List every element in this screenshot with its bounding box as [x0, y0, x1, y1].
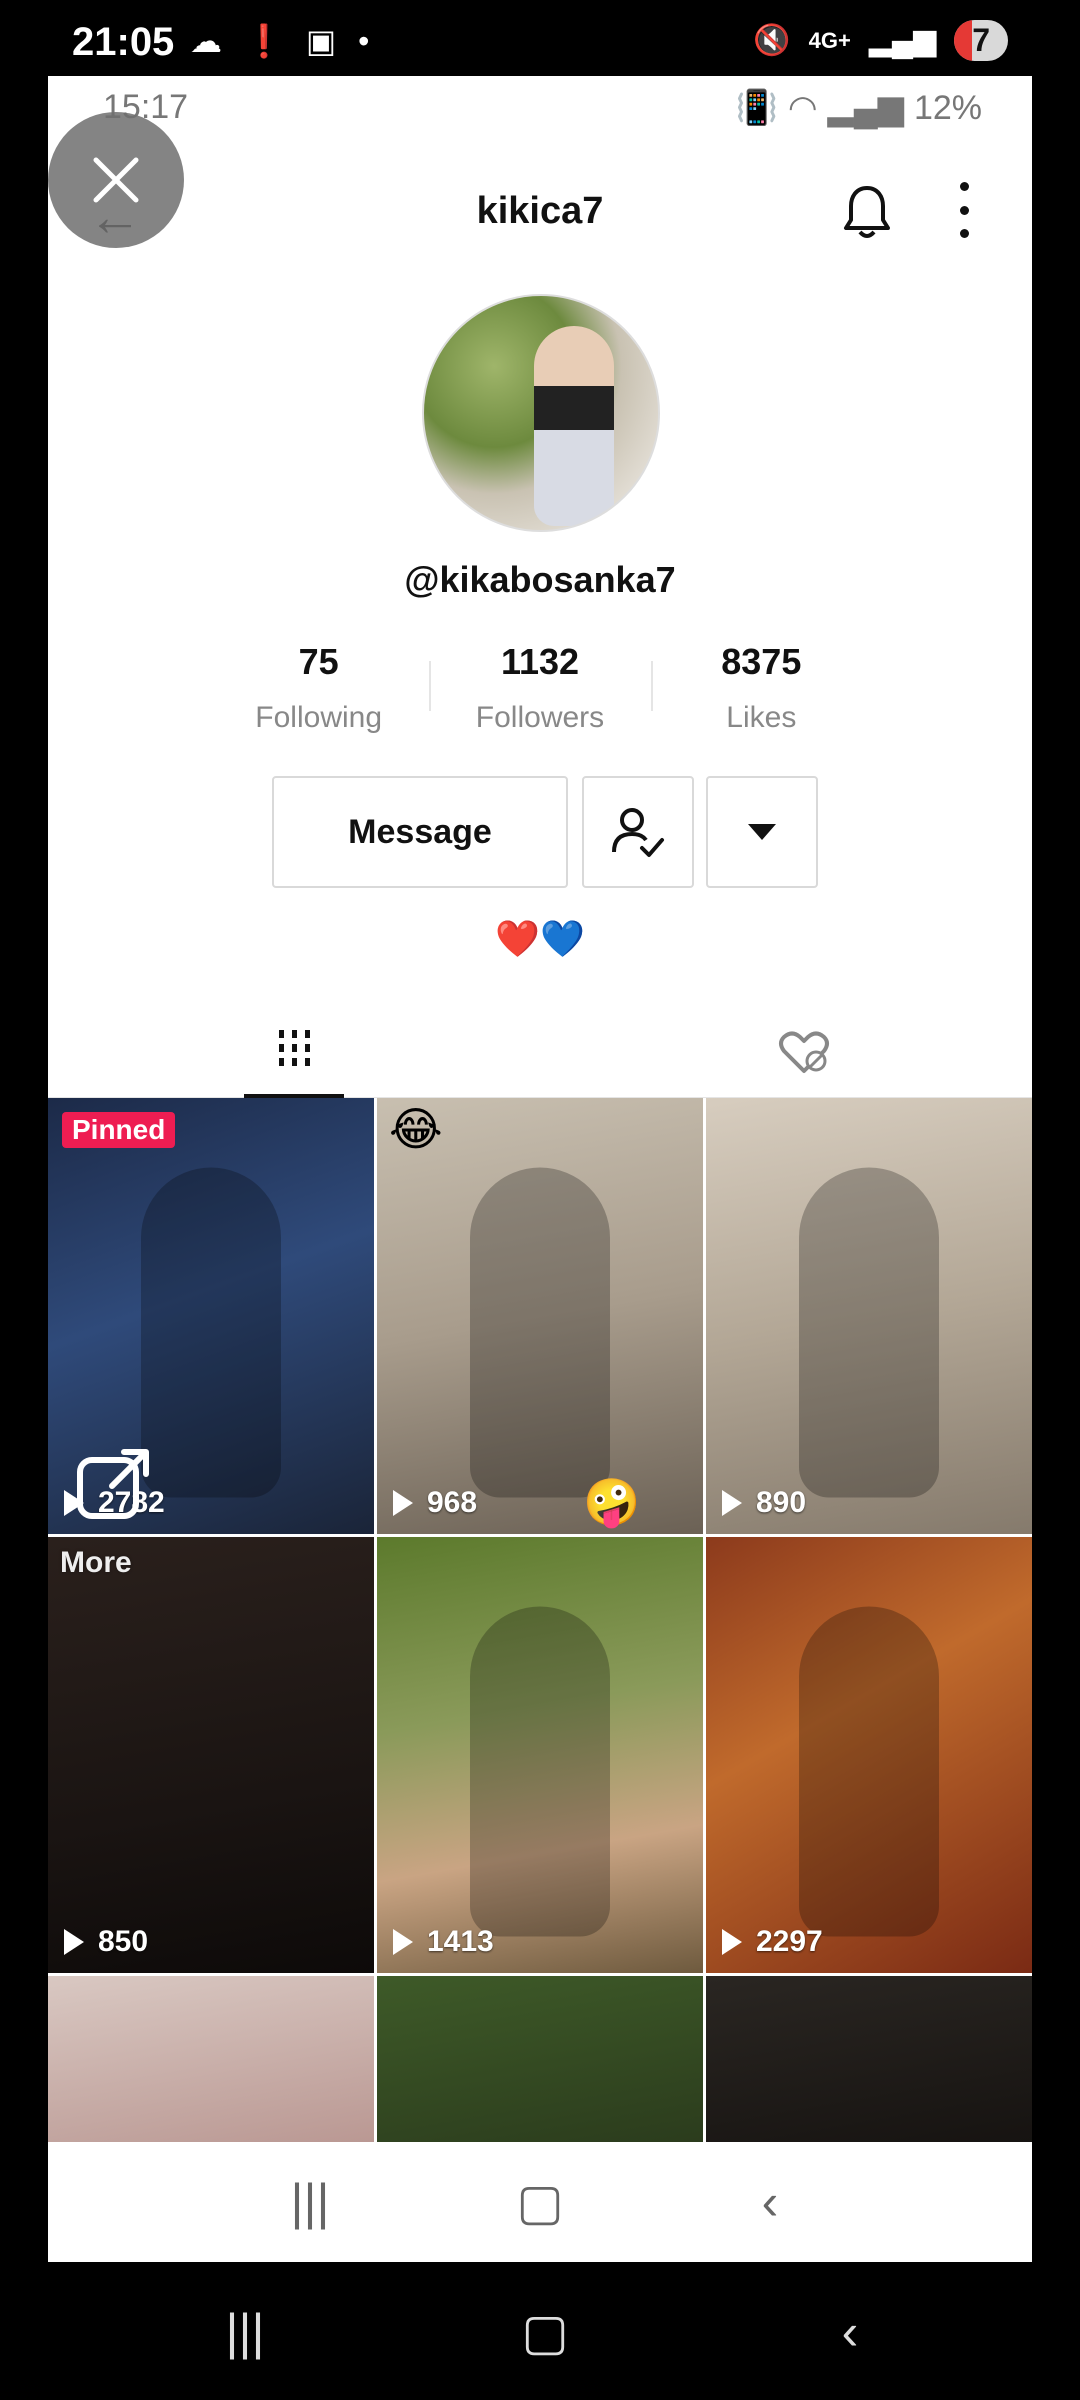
user-handle: @kikabosanka7	[404, 559, 676, 600]
view-count: 890	[722, 1486, 806, 1520]
stat-value: 1132	[500, 641, 580, 682]
device-time: 21:05	[72, 20, 175, 64]
signal-icon: ▂▄▆	[868, 24, 937, 57]
stat-label: Followers	[475, 701, 605, 734]
recent-apps-icon: |||	[290, 2174, 330, 2230]
view-count: 968	[393, 1486, 477, 1520]
close-button[interactable]	[48, 112, 184, 248]
laughing-emoji: 😂	[389, 1103, 443, 1155]
avatar[interactable]	[422, 294, 660, 532]
user-check-icon	[612, 808, 664, 857]
close-icon	[93, 157, 139, 203]
signal-icon: ▂▄▆	[827, 89, 904, 127]
stat-following[interactable]: 75 Following	[208, 641, 429, 751]
video-thumbnail[interactable]: 2297	[706, 1537, 1032, 1973]
stat-label: Following	[255, 701, 383, 734]
play-icon	[64, 1929, 84, 1955]
dot-icon: •	[358, 22, 370, 59]
video-thumbnail[interactable]: 1413	[377, 1537, 703, 1973]
screenshot-status-bar: 15:17 📳 ◠ ▂▄▆ 12%	[48, 76, 1032, 136]
back-icon: ‹	[761, 2174, 779, 2230]
profile-tabs	[48, 1006, 1032, 1098]
screenshot-navigation-bar: ||| ▢ ‹	[48, 2142, 1032, 2262]
stat-value: 75	[298, 641, 339, 682]
play-icon	[393, 1929, 413, 1955]
alert-icon: ❗	[244, 23, 284, 59]
back-icon[interactable]: ‹	[820, 2302, 880, 2362]
home-icon: ▢	[516, 2174, 564, 2230]
device-navigation-bar: ||| ▢ ‹	[0, 2262, 1080, 2400]
grid-icon	[278, 1030, 310, 1070]
battery-percent: 12%	[913, 88, 982, 127]
caret-down-icon	[748, 824, 776, 840]
view-count: 2297	[722, 1925, 823, 1959]
video-thumbnail[interactable]	[377, 1976, 703, 2156]
blue-heart-emoji: 💙	[540, 918, 585, 959]
cloud-icon: ☁	[190, 23, 222, 59]
tab-videos[interactable]	[244, 1006, 344, 1098]
message-button[interactable]: Message	[272, 776, 568, 888]
stat-likes: 8375 Likes	[650, 641, 872, 751]
stat-label: Likes	[726, 701, 797, 734]
network-type: 4G+	[808, 27, 851, 53]
vibrate-icon: 📳	[735, 89, 778, 127]
battery-indicator: 7	[954, 20, 1008, 61]
view-count: 1413	[393, 1925, 494, 1959]
screenshot-system-icons: 📳 ◠ ▂▄▆ 12%	[736, 88, 982, 128]
mute-icon: 🔇	[753, 24, 791, 57]
tab-liked[interactable]	[754, 1006, 854, 1098]
profile-header: ← kikica7	[48, 156, 1032, 266]
video-grid: Pinned 2782 😂 🤪 968 890 850 1413 2297	[48, 1098, 1032, 2156]
video-thumbnail[interactable]: 850	[48, 1537, 374, 1973]
stat-value: 8375	[721, 641, 802, 682]
notification-icons: ☁ ❗ ▣ •	[190, 22, 369, 60]
liked-hidden-icon	[779, 1031, 829, 1073]
profile-stats: 75 Following 1132 Followers 8375 Likes	[208, 641, 872, 751]
play-icon	[393, 1490, 413, 1516]
more-options-icon[interactable]	[956, 182, 972, 238]
video-thumbnail[interactable]: 😂 🤪 968	[377, 1098, 703, 1534]
wifi-icon: ◠	[787, 89, 818, 127]
share-external-icon[interactable]	[66, 1436, 162, 1532]
play-icon	[722, 1490, 742, 1516]
pinned-badge: Pinned	[62, 1112, 176, 1148]
bell-icon[interactable]	[842, 184, 892, 240]
red-heart-emoji: ❤️	[495, 918, 540, 959]
view-count: 850	[64, 1925, 148, 1959]
system-icons: 🔇 4G+ ▂▄▆ 7	[753, 20, 1008, 61]
following-status-button[interactable]	[582, 776, 694, 888]
screenshot-icon: ▣	[305, 23, 337, 59]
more-label[interactable]: More	[60, 1546, 132, 1580]
zany-face-emoji: 🤪	[583, 1476, 641, 1528]
video-thumbnail[interactable]: 890	[706, 1098, 1032, 1534]
video-thumbnail[interactable]	[48, 1976, 374, 2156]
device-status-bar: 21:05 ☁ ❗ ▣ • 🔇 4G+ ▂▄▆ 7	[0, 0, 1080, 76]
recent-apps-icon[interactable]: |||	[215, 2302, 275, 2362]
stat-followers[interactable]: 1132 Followers	[429, 641, 650, 751]
tiktok-profile-screen: 15:17 📳 ◠ ▂▄▆ 12% ← kikica7 @kikabosanka…	[48, 76, 1032, 2262]
play-icon	[722, 1929, 742, 1955]
home-icon[interactable]: ▢	[515, 2302, 575, 2362]
bio: ❤️💙	[48, 918, 1032, 960]
suggested-accounts-button[interactable]	[706, 776, 818, 888]
video-thumbnail[interactable]	[706, 1976, 1032, 2156]
